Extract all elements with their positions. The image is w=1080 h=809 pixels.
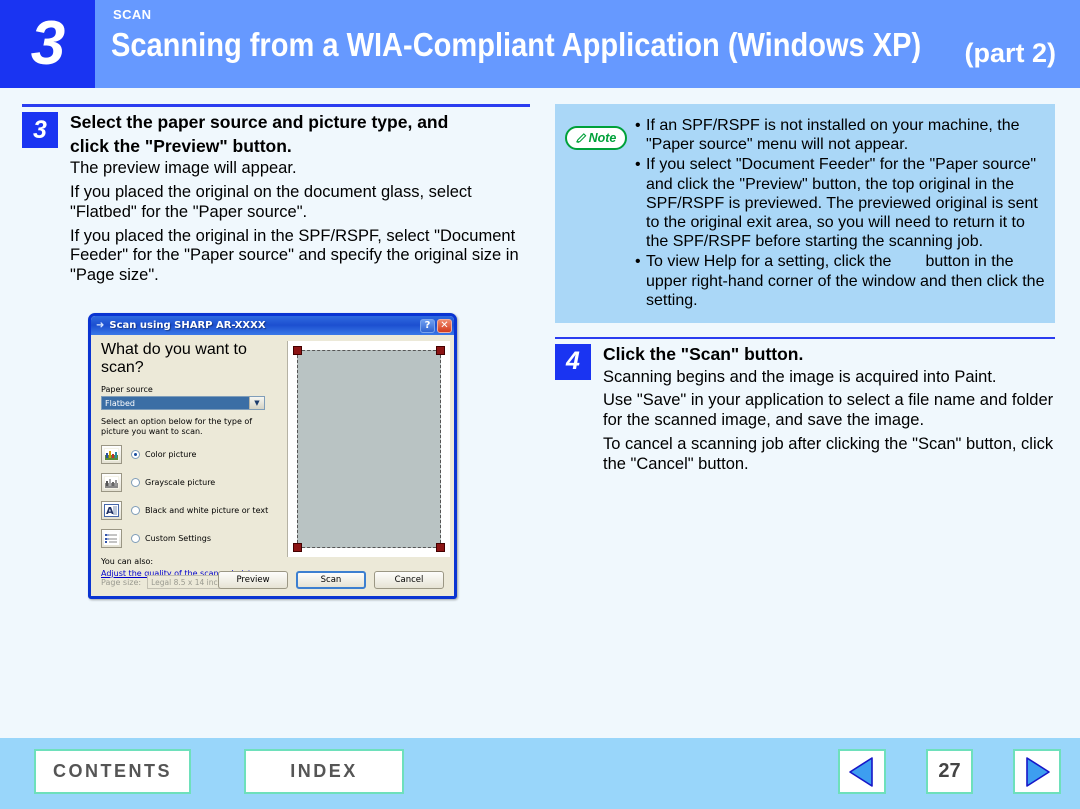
note-box: Note • If an SPF/RSPF is not installed o… [555, 104, 1055, 323]
step-4-paragraph-2: Use "Save" in your application to select… [603, 391, 1054, 430]
note-item-text-split: To view Help for a setting, click the but… [646, 252, 1045, 310]
note-item-text: If an SPF/RSPF is not installed on your … [646, 117, 1020, 154]
resize-handle-top-right[interactable] [436, 346, 445, 355]
option-bw-picture-label: Black and white picture or text [145, 506, 269, 515]
step-4-paragraph-1: Scanning begins and the image is acquire… [603, 367, 997, 386]
page-size-label: Page size: [101, 577, 142, 587]
note-items: • If an SPF/RSPF is not installed on you… [635, 114, 1045, 311]
contents-button-label: CONTENTS [53, 761, 172, 781]
option-color-picture-label: Color picture [145, 450, 197, 459]
chevron-down-icon[interactable]: ▼ [249, 397, 264, 409]
dialog-title-text: Scan using SHARP AR-XXXX [109, 320, 266, 331]
paper-source-select[interactable]: Flatbed ▼ [101, 396, 265, 410]
bullet-icon: • [635, 156, 641, 174]
you-can-also-label: You can also: [101, 557, 154, 566]
step-3-paragraph-3: If you placed the original in the SPF/RS… [70, 226, 519, 285]
index-button[interactable]: INDEX [244, 749, 404, 794]
page-number-box: 27 [926, 749, 973, 794]
right-column: Note • If an SPF/RSPF is not installed o… [555, 104, 1055, 479]
svg-text:A: A [106, 506, 114, 517]
cancel-button[interactable]: Cancel [374, 571, 444, 589]
close-icon[interactable]: ✕ [437, 318, 452, 333]
custom-settings-icon [101, 529, 122, 548]
scan-dialog-screenshot: ➜ Scan using SHARP AR-XXXX ? ✕ What do y… [88, 313, 457, 599]
step-4-body: Click the "Scan" button. Scanning begins… [591, 344, 1055, 479]
preview-selection-area[interactable] [293, 346, 445, 552]
note-label: Note [588, 130, 617, 145]
step-3: 3 Select the paper source and picture ty… [22, 112, 530, 290]
option-grayscale-picture-label: Grayscale picture [145, 478, 216, 487]
preview-button[interactable]: Preview [218, 571, 288, 589]
option-grayscale-picture[interactable]: Grayscale picture [101, 473, 276, 492]
preview-pane[interactable] [287, 341, 450, 557]
dialog-heading: What do you want to scan? [101, 341, 247, 376]
step-3-body: Select the paper source and picture type… [58, 112, 530, 290]
note-item-text: If you select "Document Feeder" for the … [646, 156, 1038, 251]
radio-bw-picture[interactable] [131, 506, 140, 515]
note-item-text-part1: To view Help for a setting, click the [646, 253, 892, 271]
step-3-paragraph-1: The preview image will appear. [70, 159, 297, 178]
option-bw-picture[interactable]: A Black and white picture or text [101, 501, 276, 520]
step-3-title-line1: Select the paper source and picture type… [70, 112, 449, 132]
header-part-label: (part 2) [964, 38, 1056, 68]
note-item: • If you select "Document Feeder" for th… [635, 155, 1045, 251]
paper-source-label: Paper source [101, 385, 153, 394]
dialog-body: What do you want to scan? Paper source F… [91, 335, 454, 596]
option-custom-settings-label: Custom Settings [145, 534, 212, 543]
radio-grayscale-picture[interactable] [131, 478, 140, 487]
dialog-button-row: Preview Scan Cancel [218, 571, 444, 589]
grayscale-picture-icon [101, 473, 122, 492]
option-color-picture[interactable]: Color picture [101, 445, 276, 464]
resize-handle-top-left[interactable] [293, 346, 302, 355]
option-custom-settings[interactable]: Custom Settings [101, 529, 276, 548]
bullet-icon: • [635, 253, 641, 271]
index-button-label: INDEX [290, 761, 358, 781]
left-column: 3 Select the paper source and picture ty… [22, 104, 530, 290]
step-3-title-line2: click the "Preview" button. [70, 135, 292, 156]
pencil-icon [575, 132, 587, 143]
radio-color-picture[interactable] [131, 450, 140, 459]
step-4-paragraph-3: To cancel a scanning job after clicking … [603, 434, 1054, 473]
contents-button[interactable]: CONTENTS [34, 749, 191, 794]
dialog-title-bar: ➜ Scan using SHARP AR-XXXX ? ✕ [91, 316, 454, 335]
header-kicker: SCAN [113, 7, 152, 22]
radio-custom-settings[interactable] [131, 534, 140, 543]
next-page-button[interactable] [1013, 749, 1061, 794]
note-item: • If an SPF/RSPF is not installed on you… [635, 116, 1045, 154]
bullet-icon: • [635, 117, 641, 134]
header-chapter-number: 3 [0, 0, 95, 88]
step-4-number: 4 [555, 343, 591, 380]
step-4: 4 Click the "Scan" button. Scanning begi… [555, 343, 1055, 479]
scan-button[interactable]: Scan [296, 571, 366, 589]
arrow-left-icon [849, 756, 873, 787]
resize-handle-bottom-left[interactable] [293, 543, 302, 552]
step-3-paragraph-2: If you placed the original on the docume… [70, 183, 472, 221]
page-title: Scanning from a WIA-Compliant Applicatio… [111, 26, 922, 63]
step-3-number: 3 [22, 112, 58, 148]
step-4-title: Click the "Scan" button. [603, 343, 804, 364]
note-badge: Note [565, 126, 627, 150]
color-picture-icon [101, 445, 122, 464]
scanner-icon: ➜ [96, 319, 105, 331]
resize-handle-bottom-right[interactable] [436, 543, 445, 552]
previous-page-button[interactable] [838, 749, 886, 794]
bw-picture-icon: A [101, 501, 122, 520]
step4-divider [555, 336, 1055, 339]
note-item: • To view Help for a setting, click the b… [635, 252, 1045, 310]
arrow-right-icon [1026, 756, 1050, 787]
page-header: 3 SCAN Scanning from a WIA-Compliant App… [0, 0, 1080, 88]
dialog-settings-panel: What do you want to scan? Paper source F… [101, 341, 276, 578]
header-text-area: SCAN Scanning from a WIA-Compliant Appli… [95, 0, 1080, 88]
picture-type-instruction: Select an option below for the type of p… [101, 417, 253, 436]
step3-divider [22, 104, 530, 107]
paper-source-value: Flatbed [102, 397, 249, 409]
page-number: 27 [938, 760, 961, 782]
help-icon[interactable]: ? [420, 318, 435, 333]
